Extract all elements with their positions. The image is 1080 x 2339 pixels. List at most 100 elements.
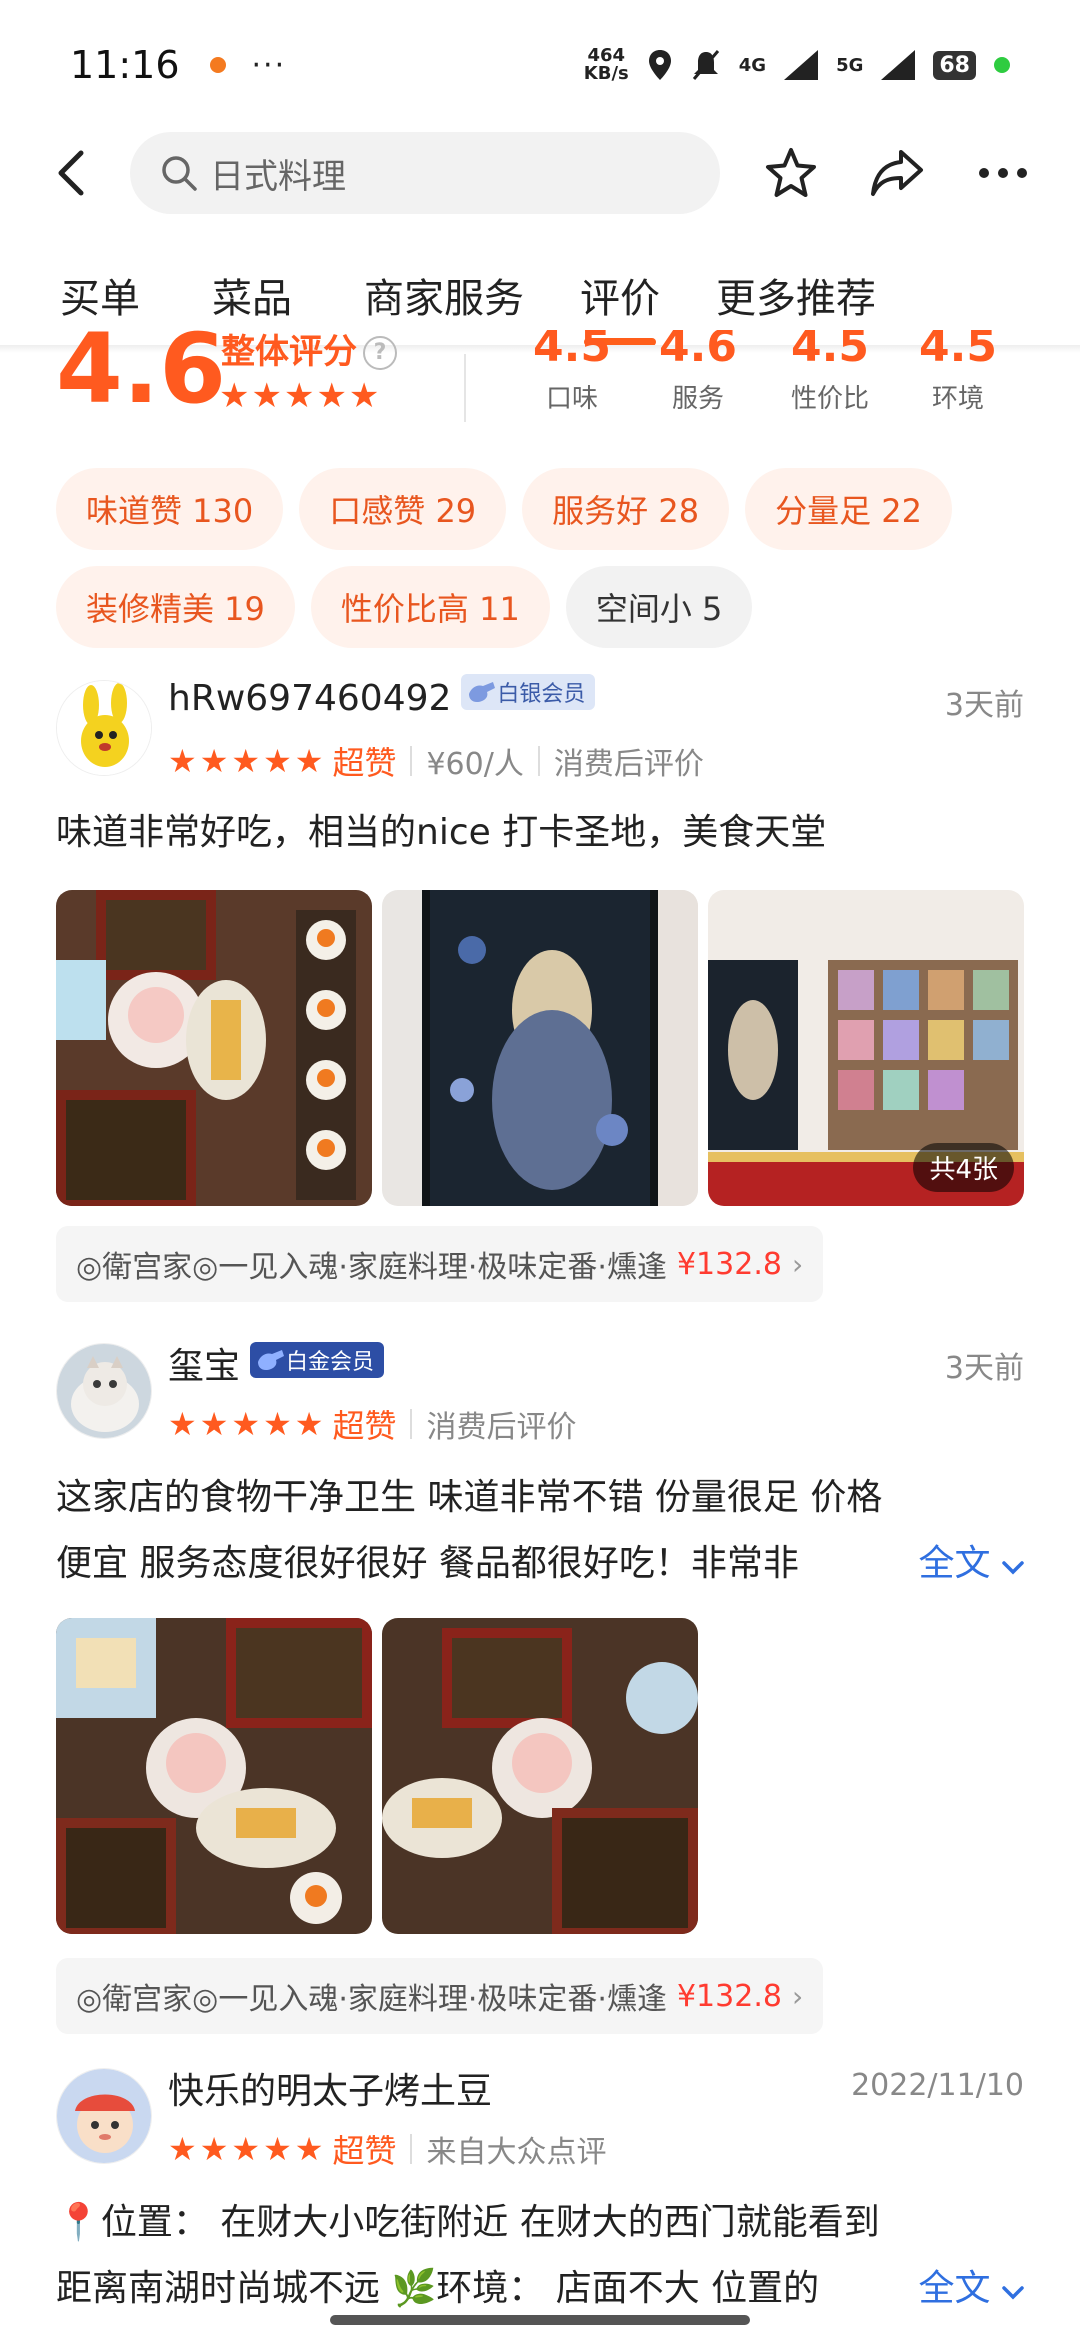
tab-services[interactable]: 商家服务 xyxy=(364,266,524,324)
meta-divider xyxy=(410,2134,413,2164)
sub-score-value-for-money: 4.5 性价比 xyxy=(780,330,880,415)
rating-divider xyxy=(464,354,466,422)
dish-price: ¥132.8 xyxy=(676,1246,782,1282)
review-source: 消费后评价 xyxy=(426,1410,577,1445)
food-photo-image xyxy=(382,1618,698,1934)
user-name[interactable]: hRw697460492 白银会员 xyxy=(168,674,596,719)
review-text-line-1[interactable]: 这家店的食物干净卫生 味道非常不错 份量很足 价格 xyxy=(56,1465,882,1531)
network-5g-label: 5G xyxy=(836,54,864,76)
tab-reviews[interactable]: 评价 xyxy=(580,266,660,346)
member-badge: 白金会员 xyxy=(250,1342,385,1378)
user-name[interactable]: 玺宝 白金会员 xyxy=(168,1337,385,1389)
praise-label: 超赞 xyxy=(332,1407,397,1445)
network-4g-label: 4G xyxy=(738,54,767,76)
more-options-button[interactable] xyxy=(968,138,1038,208)
review-photo[interactable] xyxy=(56,890,372,1206)
privacy-indicator-dot xyxy=(994,57,1010,73)
tag-value[interactable]: 性价比高 11 xyxy=(310,566,550,648)
overall-score: 4.6 xyxy=(56,330,227,425)
tag-service[interactable]: 服务好 28 xyxy=(522,468,730,550)
expand-label: 全文 xyxy=(918,2268,991,2309)
sub-score-label: 口味 xyxy=(545,384,598,414)
avatar[interactable] xyxy=(56,1343,152,1439)
tag-taste[interactable]: 味道赞 130 xyxy=(56,468,284,550)
tab-pay[interactable]: 买单 xyxy=(60,266,140,324)
review-item: 玺宝 白金会员 3天前 ★★★★★ 超赞 消费后评价 这家店的食物干净卫生 味道非… xyxy=(56,1342,1024,2034)
chevron-down-icon xyxy=(1002,1561,1024,1575)
chevron-left-icon xyxy=(58,150,84,196)
review-photo[interactable] xyxy=(56,1618,372,1934)
tag-small-space[interactable]: 空间小 5 xyxy=(565,566,753,648)
food-photo-image xyxy=(56,890,372,1206)
expand-full-text-link[interactable]: 全文 xyxy=(912,1531,1024,1597)
sub-score-value: 4.5 xyxy=(919,330,997,372)
avatar[interactable] xyxy=(56,2068,152,2164)
overall-label: 整体评分? xyxy=(221,330,397,373)
review-photo[interactable] xyxy=(382,890,698,1206)
review-stars: ★★★★★ xyxy=(168,1405,327,1443)
review-text[interactable]: 味道非常好吃，相当的nice 打卡圣地，美食天堂 xyxy=(56,800,826,866)
expand-full-text-link[interactable]: 全文 xyxy=(912,2256,1024,2322)
user-name-text: 玺宝 xyxy=(168,1346,241,1387)
review-time: 3天前 xyxy=(944,688,1024,723)
favorite-button[interactable] xyxy=(756,138,826,208)
tab-reviews-label: 评价 xyxy=(580,276,660,322)
rating-summary: 4.6 整体评分? ★★★★★ 4.5 口味 4.6 服务 4.5 性价比 4.… xyxy=(56,330,1036,440)
tag-decor[interactable]: 装修精美 19 xyxy=(56,566,295,648)
dish-price: ¥132.8 xyxy=(676,1978,782,2014)
status-indicators: 464 KB/s 4G 5G 68 xyxy=(584,47,1010,83)
review-photo[interactable]: 共4张 xyxy=(708,890,1024,1206)
review-meta: ★★★★★ 超赞 ¥60/人 消费后评价 xyxy=(168,738,704,784)
dish-link[interactable]: ◎衛宫家◎一见入魂·家庭料理·极味定番·燻逢 ¥132.8 › xyxy=(56,1226,824,1302)
overall-label-text: 整体评分 xyxy=(221,332,357,372)
meta-divider xyxy=(410,1409,413,1439)
search-icon xyxy=(162,156,197,191)
back-button[interactable] xyxy=(40,143,100,203)
search-input[interactable]: 日式料理 xyxy=(130,132,720,214)
user-name[interactable]: 快乐的明太子烤土豆 xyxy=(168,2062,492,2114)
signal-icon-2 xyxy=(881,50,916,80)
review-photo[interactable] xyxy=(382,1618,698,1934)
sub-score-taste: 4.5 口味 xyxy=(522,330,622,415)
tag-portion[interactable]: 分量足 22 xyxy=(745,468,952,550)
overall-stars: ★★★★★ xyxy=(219,376,382,416)
hand-icon xyxy=(258,1350,285,1370)
tab-more-recommend[interactable]: 更多推荐 xyxy=(716,266,876,324)
review-source: 来自大众点评 xyxy=(426,2135,607,2170)
battery-indicator: 68 xyxy=(933,50,976,80)
food-photo-image xyxy=(56,1618,372,1934)
review-source: 消费后评价 xyxy=(553,747,704,782)
signal-icon xyxy=(784,50,819,80)
sub-score-label: 性价比 xyxy=(790,384,869,414)
help-icon[interactable]: ? xyxy=(363,336,397,370)
review-time: 3天前 xyxy=(944,1351,1024,1386)
share-button[interactable] xyxy=(862,138,932,208)
member-badge: 白银会员 xyxy=(461,674,596,710)
hand-icon xyxy=(469,682,496,702)
review-stars: ★★★★★ xyxy=(168,742,327,780)
praise-label: 超赞 xyxy=(332,744,397,782)
review-tags: 味道赞 130 口感赞 29 服务好 28 分量足 22 装修精美 19 性价比… xyxy=(56,468,1036,648)
home-indicator[interactable] xyxy=(330,2315,750,2325)
review-text-line-2[interactable]: 便宜 服务态度很好很好 餐品都很好吃！非常非 xyxy=(56,1531,799,1597)
avatar-image xyxy=(57,681,151,775)
location-icon xyxy=(648,50,671,80)
review-meta: ★★★★★ 超赞 来自大众点评 xyxy=(168,2126,606,2172)
review-item: hRw697460492 白银会员 3天前 ★★★★★ 超赞 ¥60/人 消费后评… xyxy=(56,674,1024,1302)
share-icon xyxy=(871,150,923,196)
avatar-image xyxy=(57,1344,151,1438)
avatar[interactable] xyxy=(56,680,152,776)
tag-texture[interactable]: 口感赞 29 xyxy=(299,468,507,550)
price-per-person: ¥60/人 xyxy=(426,747,524,782)
dish-name: ◎衛宫家◎一见入魂·家庭料理·极味定番·燻逢 xyxy=(76,1250,667,1285)
avatar-image xyxy=(57,2069,151,2163)
review-meta: ★★★★★ 超赞 消费后评价 xyxy=(168,1401,576,1447)
review-time: 2022/11/10 xyxy=(851,2068,1024,2103)
top-navigation: 日式料理 xyxy=(0,130,1080,216)
review-text-line-2[interactable]: 距离南湖时尚城不远 🌿环境： 店面不大 位置的 xyxy=(56,2256,819,2322)
review-text-line-1[interactable]: 📍位置： 在财大小吃街附近 在财大的西门就能看到 xyxy=(56,2190,880,2256)
member-badge-label: 白银会员 xyxy=(497,682,586,707)
notification-dot-icon xyxy=(209,57,226,73)
dish-link[interactable]: ◎衛宫家◎一见入魂·家庭料理·极味定番·燻逢 ¥132.8 › xyxy=(56,1958,824,2034)
tab-dishes[interactable]: 菜品 xyxy=(212,266,292,324)
